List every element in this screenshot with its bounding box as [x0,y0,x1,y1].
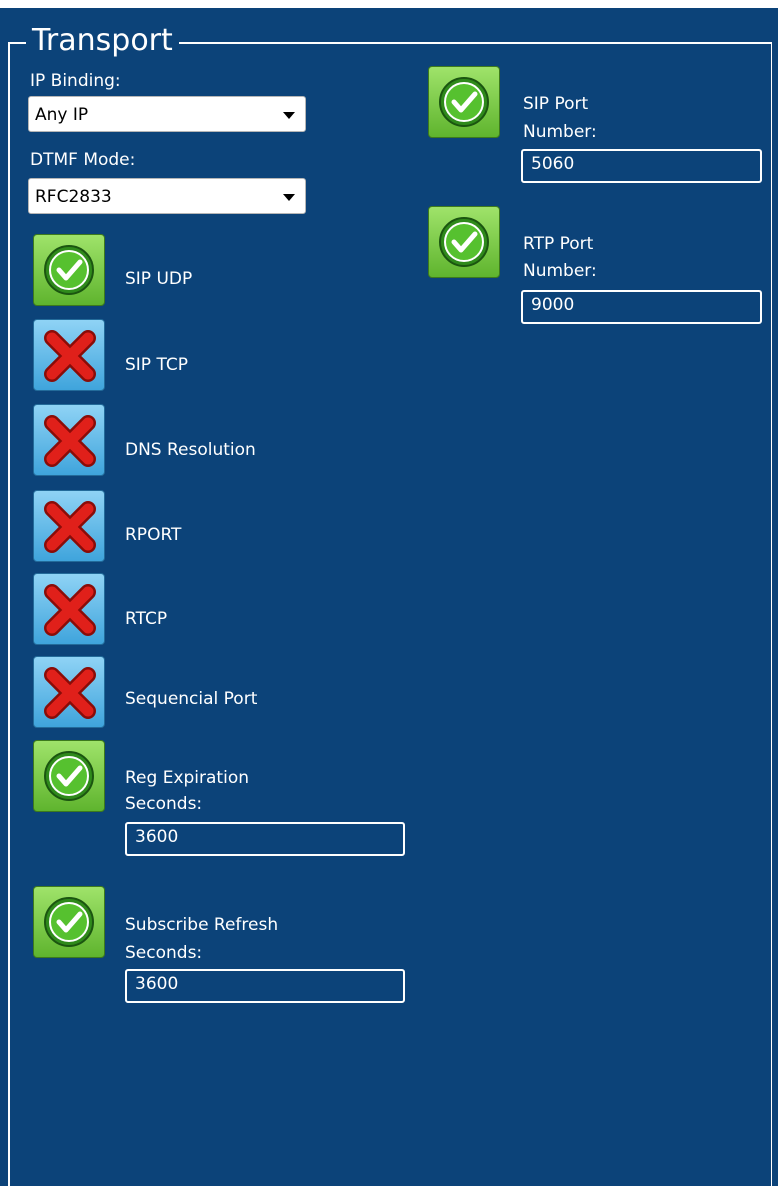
sip-port-label: SIP Port [523,94,589,114]
sequencial-port-label: Sequencial Port [125,689,258,709]
rtp-port-value: 9000 [531,295,575,315]
subscribe-refresh-value: 3600 [135,974,179,994]
rtcp-toggle[interactable] [33,573,105,645]
dtmf-mode-select[interactable]: RFC2833 [28,178,306,214]
sip-udp-label: SIP UDP [125,269,193,289]
dns-resolution-toggle[interactable] [33,404,105,476]
subscribe-refresh-sublabel: Seconds: [125,943,203,963]
ip-binding-value: Any IP [35,105,89,125]
ip-binding-label: IP Binding: [30,71,121,91]
ip-binding-select[interactable]: Any IP [28,96,306,132]
chevron-down-icon [283,112,295,119]
dtmf-mode-label: DTMF Mode: [30,150,136,170]
sequencial-port-toggle[interactable] [33,656,105,728]
rport-label: RPORT [125,525,182,545]
dns-resolution-label: DNS Resolution [125,440,256,460]
sip-udp-toggle[interactable] [33,234,105,306]
rtp-port-input[interactable]: 9000 [521,290,762,324]
cross-icon [44,501,96,553]
section-title: Transport [26,22,179,60]
cross-icon [44,330,96,382]
check-icon [439,77,489,127]
cross-icon [44,415,96,467]
transport-fieldset [8,42,772,1192]
subscribe-refresh-input[interactable]: 3600 [125,969,405,1003]
sip-port-toggle[interactable] [428,66,500,138]
check-icon [44,751,94,801]
rtcp-label: RTCP [125,609,168,629]
reg-expiration-input[interactable]: 3600 [125,822,405,856]
subscribe-refresh-label: Subscribe Refresh [125,915,279,935]
top-strip [0,0,778,8]
reg-expiration-toggle[interactable] [33,740,105,812]
sip-port-sublabel: Number: [523,122,597,142]
sip-tcp-toggle[interactable] [33,319,105,391]
check-icon [44,245,94,295]
cross-icon [44,667,96,719]
sip-port-input[interactable]: 5060 [521,149,762,183]
rtp-port-toggle[interactable] [428,206,500,278]
sip-tcp-label: SIP TCP [125,355,188,375]
rtp-port-label: RTP Port [523,234,594,254]
bottom-strip [0,1186,778,1196]
subscribe-refresh-toggle[interactable] [33,886,105,958]
chevron-down-icon [283,194,295,201]
dtmf-mode-value: RFC2833 [35,187,112,207]
rport-toggle[interactable] [33,490,105,562]
check-icon [44,897,94,947]
check-icon [439,217,489,267]
transport-panel: Transport IP Binding: Any IP DTMF Mode: … [0,0,778,1196]
sip-port-value: 5060 [531,154,575,174]
reg-expiration-label: Reg Expiration [125,768,249,788]
reg-expiration-value: 3600 [135,827,179,847]
rtp-port-sublabel: Number: [523,261,597,281]
reg-expiration-sublabel: Seconds: [125,794,203,814]
cross-icon [44,584,96,636]
